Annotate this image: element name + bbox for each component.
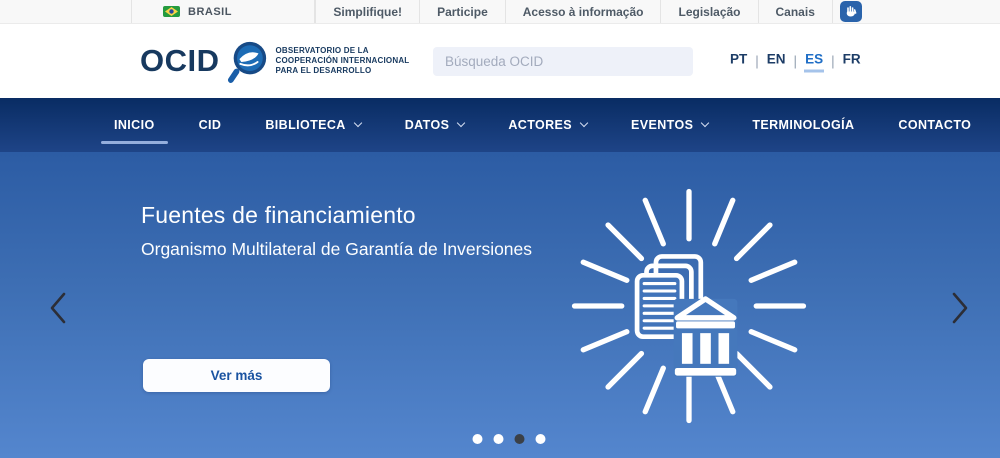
topbar-link-canais[interactable]: Canais	[758, 0, 832, 23]
ocid-logo-name: OBSERVATORIO DE LA COOPERACIÓN INTERNACI…	[276, 46, 410, 76]
lang-en[interactable]: EN	[766, 50, 787, 73]
slide-subtitle: Organismo Multilateral de Garantía de In…	[141, 239, 532, 260]
chevron-down-icon	[457, 119, 465, 127]
nav-label: CONTACTO	[898, 118, 971, 132]
nav-label: ACTORES	[508, 118, 572, 132]
ocid-logo[interactable]: OCID OBSERVATORIO DE LA COOPERACIÓN INTE…	[140, 38, 409, 84]
logo-name-line-1: OBSERVATORIO DE LA	[276, 46, 410, 56]
nav-label: EVENTOS	[631, 118, 693, 132]
nav-label: DATOS	[405, 118, 450, 132]
nav-item-actores[interactable]: ACTORES	[508, 118, 587, 132]
magnifier-globe-icon	[227, 38, 269, 84]
chevron-right-icon	[948, 290, 972, 326]
carousel-dot-3[interactable]	[515, 434, 525, 444]
carousel-dot-4[interactable]	[536, 434, 546, 444]
nav-label: TERMINOLOGÍA	[752, 118, 854, 132]
carousel-next-button[interactable]	[946, 288, 974, 328]
nav-label: CID	[199, 118, 222, 132]
chevron-down-icon	[701, 119, 709, 127]
lang-fr[interactable]: FR	[842, 50, 862, 73]
site-header: OCID OBSERVATORIO DE LA COOPERACIÓN INTE…	[0, 24, 1000, 98]
chevron-down-icon	[580, 119, 588, 127]
lang-separator: |	[748, 54, 766, 69]
nav-item-eventos[interactable]: EVENTOS	[631, 118, 708, 132]
ocid-logo-acronym: OCID	[140, 43, 220, 79]
carousel-dots	[473, 434, 546, 444]
lang-separator: |	[787, 54, 805, 69]
slide-title: Fuentes de financiamiento	[141, 202, 416, 229]
lang-es[interactable]: ES	[804, 50, 824, 73]
main-nav: INICIO CID BIBLIOTECA DATOS ACTORES EVEN…	[0, 98, 1000, 152]
topbar-links: Simplifique! Participe Acesso à informaç…	[315, 0, 832, 23]
chevron-down-icon	[353, 119, 361, 127]
carousel-dot-1[interactable]	[473, 434, 483, 444]
topbar-link-simplifique[interactable]: Simplifique!	[315, 0, 419, 23]
topbar-brand[interactable]: BRASIL	[131, 0, 315, 23]
logo-name-line-3: PARA EL DESARROLLO	[276, 66, 410, 76]
carousel-prev-button[interactable]	[44, 288, 72, 328]
gov-topbar: BRASIL Simplifique! Participe Acesso à i…	[0, 0, 1000, 24]
vlibras-accessibility-button[interactable]	[840, 1, 862, 22]
nav-item-terminologia[interactable]: TERMINOLOGÍA	[752, 118, 854, 132]
topbar-link-participe[interactable]: Participe	[419, 0, 505, 23]
chevron-left-icon	[46, 290, 70, 326]
lang-separator: |	[824, 54, 842, 69]
nav-item-contacto[interactable]: CONTACTO	[898, 118, 971, 132]
documents-bank-rays-illustration	[571, 188, 807, 424]
nav-label: INICIO	[114, 118, 155, 132]
nav-item-datos[interactable]: DATOS	[405, 118, 465, 132]
hero-carousel: Fuentes de financiamiento Organismo Mult…	[0, 152, 1000, 458]
vlibras-hand-icon	[844, 5, 858, 19]
carousel-dot-2[interactable]	[494, 434, 504, 444]
nav-item-cid[interactable]: CID	[199, 118, 222, 132]
language-switcher: PT | EN | ES | FR	[729, 50, 862, 73]
logo-name-line-2: COOPERACIÓN INTERNACIONAL	[276, 56, 410, 66]
nav-label: BIBLIOTECA	[265, 118, 345, 132]
ver-mas-button[interactable]: Ver más	[143, 359, 330, 392]
topbar-link-acesso-informacao[interactable]: Acesso à informação	[505, 0, 661, 23]
nav-item-inicio[interactable]: INICIO	[114, 118, 155, 132]
topbar-brand-label: BRASIL	[188, 6, 232, 18]
lang-pt[interactable]: PT	[729, 50, 748, 73]
topbar-link-legislacao[interactable]: Legislação	[660, 0, 757, 23]
nav-item-biblioteca[interactable]: BIBLIOTECA	[265, 118, 360, 132]
brazil-flag-icon	[163, 6, 180, 17]
search-input[interactable]	[433, 47, 693, 76]
